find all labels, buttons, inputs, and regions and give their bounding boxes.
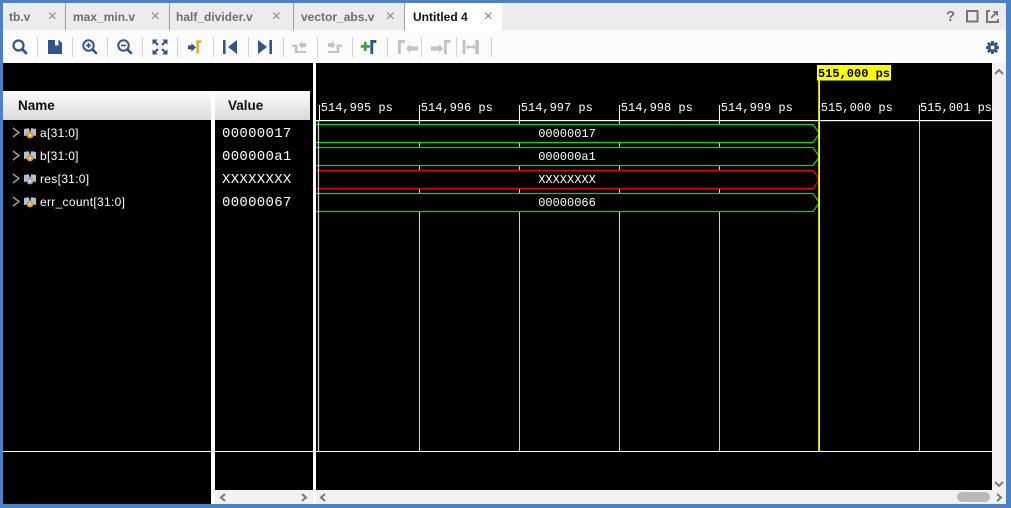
svg-text:515,000 ps: 515,000 ps bbox=[821, 101, 893, 115]
svg-text:000000a1: 000000a1 bbox=[538, 150, 596, 164]
svg-text:514,997 ps: 514,997 ps bbox=[521, 101, 593, 115]
svg-text:XXXXXXXX: XXXXXXXX bbox=[538, 173, 596, 187]
svg-text:514,996 ps: 514,996 ps bbox=[421, 101, 493, 115]
svg-text:00000017: 00000017 bbox=[538, 127, 596, 141]
svg-text:515,000 ps: 515,000 ps bbox=[818, 67, 890, 81]
svg-text:514,999 ps: 514,999 ps bbox=[721, 101, 793, 115]
svg-text:514,995 ps: 514,995 ps bbox=[321, 101, 393, 115]
svg-text:515,001 ps: 515,001 ps bbox=[920, 101, 992, 115]
svg-text:00000066: 00000066 bbox=[538, 196, 596, 210]
svg-text:514,998 ps: 514,998 ps bbox=[621, 101, 693, 115]
